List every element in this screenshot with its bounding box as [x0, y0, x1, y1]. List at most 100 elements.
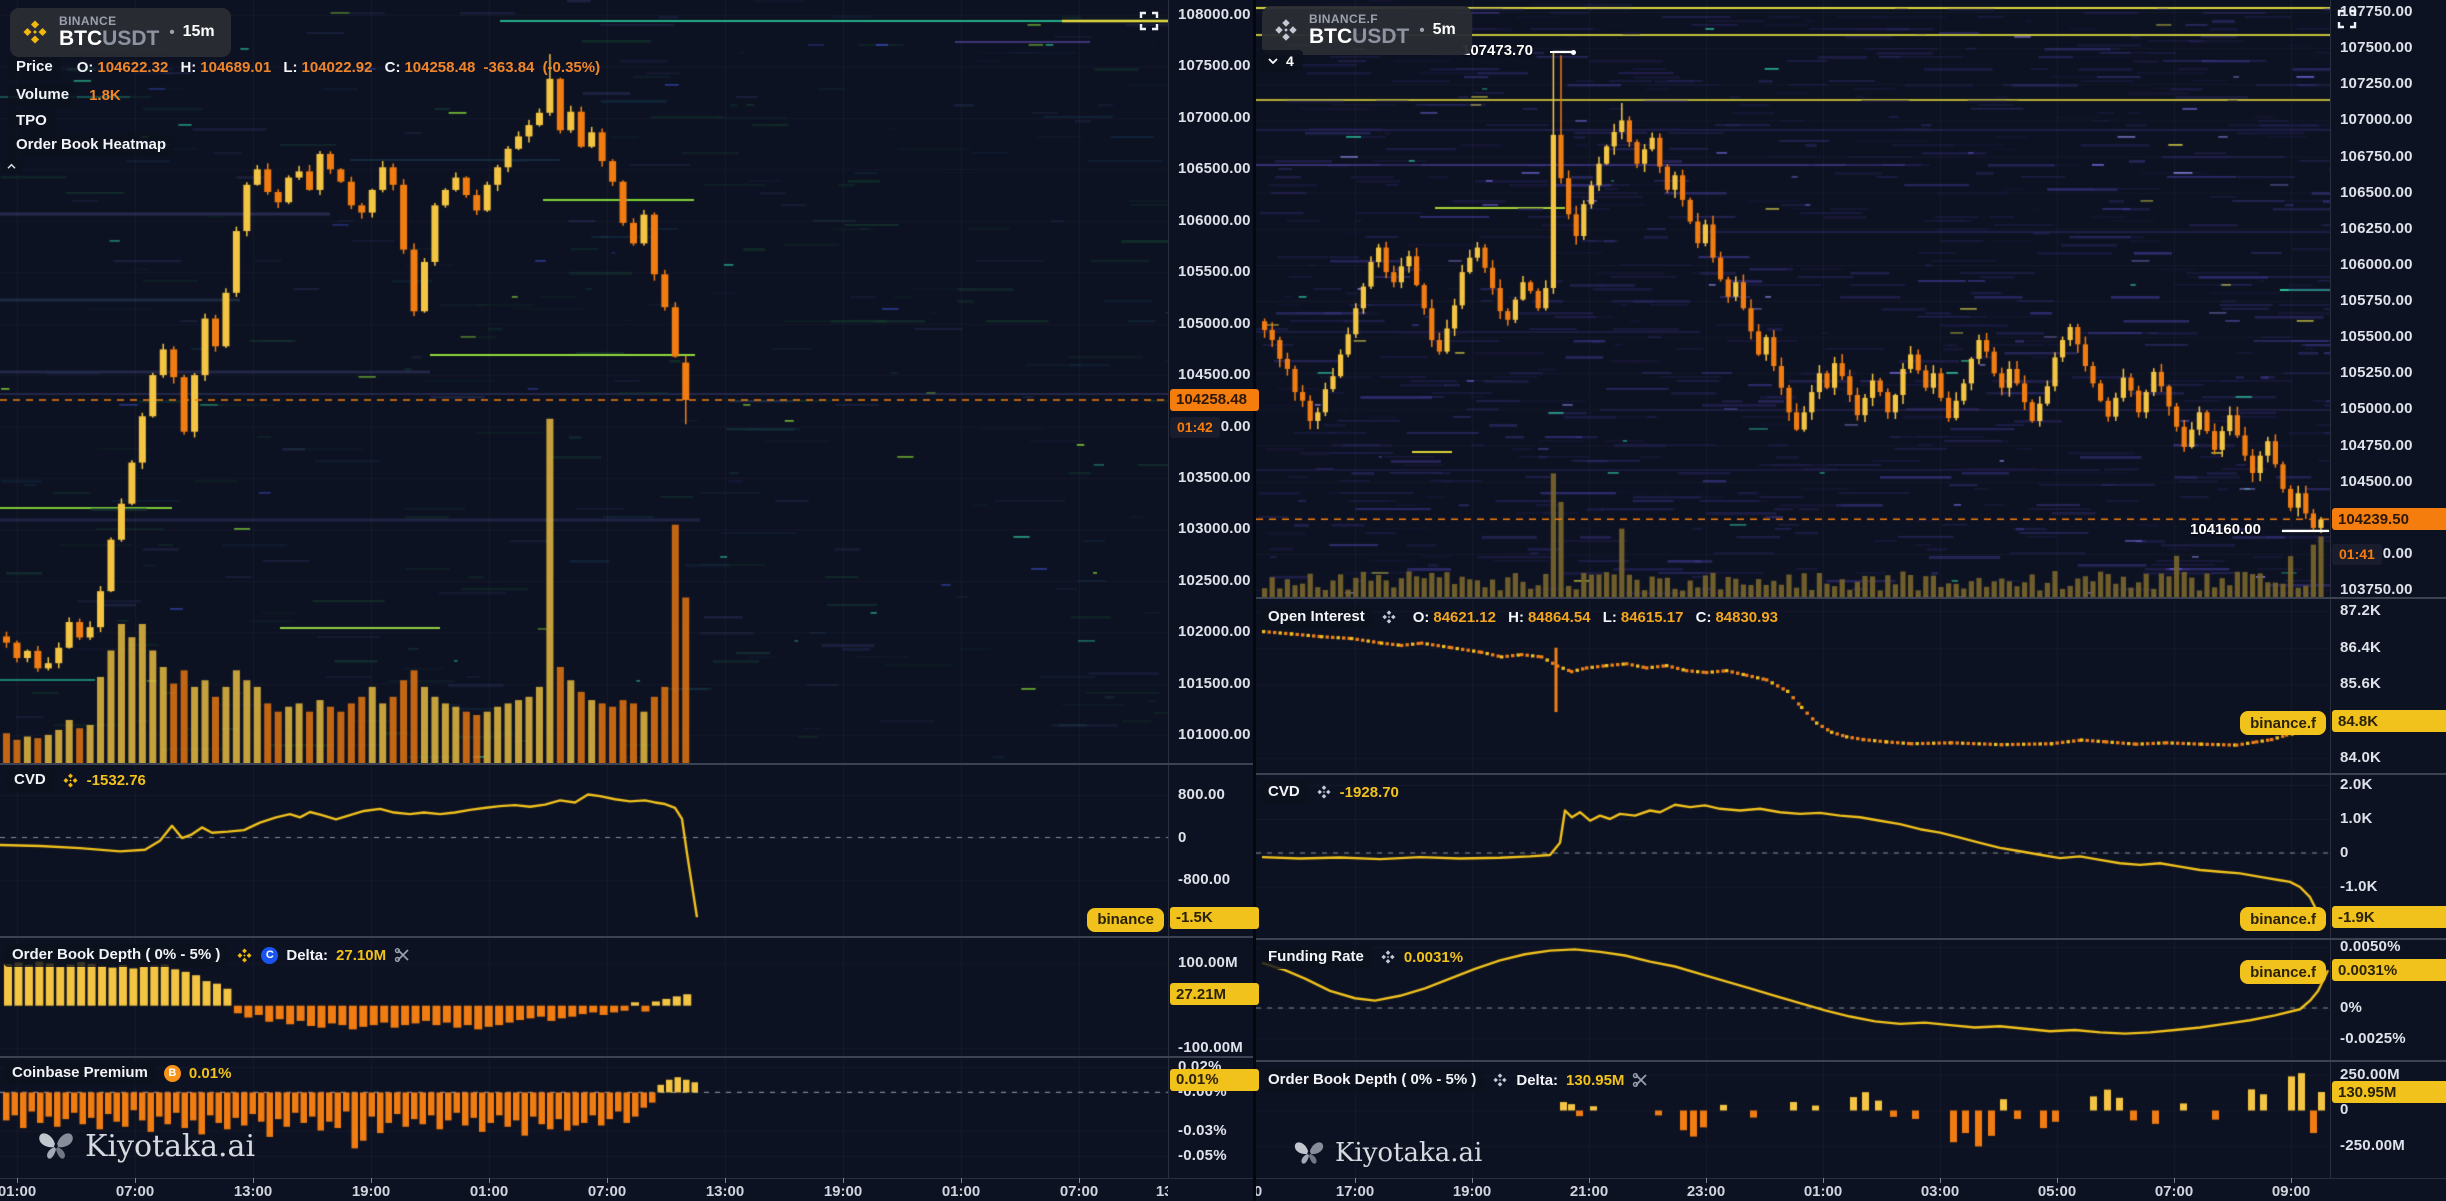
axis-price-label: -1.0K: [2340, 878, 2378, 895]
price-change: -363.84: [484, 59, 535, 76]
axis-price-label: 85.6K: [2340, 675, 2381, 692]
cvd-legend-row-right: CVD -1928.70: [1260, 781, 1399, 804]
pane-separator[interactable]: [0, 763, 1253, 765]
axis-price-label: 0%: [2340, 999, 2362, 1016]
binance-futures-icon: [1381, 609, 1397, 625]
axis-price-label: 107500.00: [2340, 39, 2413, 56]
time-label: 21:00: [1570, 1183, 1608, 1200]
legend-collapse-button[interactable]: [2, 158, 21, 174]
scissors-icon[interactable]: [1632, 1073, 1649, 1088]
open-interest-legend-row: Open Interest O:84621.12 H:84864.54 L:84…: [1260, 606, 1778, 629]
fullscreen-button-right[interactable]: [2336, 8, 2358, 35]
time-axis-right[interactable]: 15:0017:0019:0021:0023:0001:0003:0005:00…: [1256, 1178, 2446, 1201]
funding-rate-indicator-label[interactable]: Funding Rate: [1260, 946, 1372, 969]
funding-rate-value: 0.0031%: [1404, 949, 1463, 966]
pane-separator[interactable]: [0, 936, 1253, 938]
scissors-icon[interactable]: [394, 948, 411, 963]
pane-separator[interactable]: [0, 1056, 1253, 1058]
cvd-indicator-label[interactable]: CVD: [6, 769, 54, 792]
separator-dot: •: [169, 24, 174, 41]
price-axis-badge: 0.0031%: [2332, 959, 2446, 981]
axis-price-label: 104500.00: [1178, 366, 1251, 383]
price-ohlc: O:104622.32 H:104689.01 L:104022.92 C:10…: [69, 59, 600, 76]
axis-price-label: -0.05%: [1178, 1147, 1227, 1164]
binance-futures-logo-icon: [1273, 17, 1299, 43]
time-label: 17:00: [1336, 1183, 1374, 1200]
axis-price-label: 105500.00: [2340, 328, 2413, 345]
left-price-chart-canvas[interactable]: [0, 0, 1168, 763]
coinbase-premium-indicator-label[interactable]: Coinbase Premium: [4, 1062, 156, 1085]
obd-legend-row-right: Order Book Depth ( 0% - 5% ) Delta: 130.…: [1260, 1069, 1649, 1092]
interval-label[interactable]: 15m: [183, 23, 215, 41]
axis-price-label: 106500.00: [2340, 184, 2413, 201]
time-axis-left[interactable]: 01:0007:0013:0019:0001:0007:0013:0019:00…: [0, 1178, 1168, 1201]
axis-price-label: 105250.00: [2340, 364, 2413, 381]
time-label: 01:00: [942, 1183, 980, 1200]
time-label: 23:00: [1687, 1183, 1725, 1200]
open-interest-indicator-label[interactable]: Open Interest: [1260, 606, 1373, 629]
delta-key: Delta:: [286, 947, 328, 964]
right-price-chart-canvas[interactable]: [1256, 0, 2330, 597]
axis-price-label: 105000.00: [2340, 400, 2413, 417]
interval-label[interactable]: 5m: [1433, 21, 1456, 39]
pane-separator[interactable]: [1256, 1060, 2446, 1062]
axis-price-label: 0: [2340, 1101, 2349, 1118]
axis-price-label: 105500.00: [1178, 263, 1251, 280]
axis-price-label: 106000.00: [2340, 256, 2413, 273]
axis-price-label: 2.0K: [2340, 776, 2373, 793]
orderbook-heatmap-indicator-label[interactable]: Order Book Heatmap: [8, 134, 174, 157]
right-cvd-chart-canvas[interactable]: [1256, 775, 2330, 937]
axis-price-label: 107500.00: [1178, 57, 1251, 74]
source-pill: binance: [1087, 908, 1164, 932]
butterfly-logo-icon: [1292, 1138, 1326, 1168]
time-label: 01:00: [470, 1183, 508, 1200]
chevron-up-icon: [6, 163, 17, 170]
time-label: 15:00: [1256, 1183, 1262, 1200]
time-label: 19:00: [352, 1183, 390, 1200]
symbol-header-right[interactable]: BINANCE.F BTCUSDT • 5m: [1262, 6, 1472, 55]
time-label: 19:00: [1453, 1183, 1491, 1200]
axis-price-label: 87.2K: [2340, 602, 2381, 619]
oi-ohlc: O:84621.12 H:84864.54 L:84615.17 C:84830…: [1405, 609, 1778, 626]
layers-dropdown[interactable]: 4: [1258, 50, 1303, 72]
symbol-header-left[interactable]: BINANCE BTCUSDT • 15m: [10, 8, 231, 57]
pane-separator[interactable]: [1256, 597, 2446, 599]
axis-price-label: -800.00: [1178, 871, 1230, 888]
volume-indicator-label[interactable]: Volume: [8, 84, 77, 107]
pane-separator[interactable]: [1256, 773, 2446, 775]
fullscreen-button-left[interactable]: [1138, 10, 1160, 37]
axis-price-label: 104750.00: [2340, 437, 2413, 454]
obd-indicator-label[interactable]: Order Book Depth ( 0% - 5% ): [4, 944, 228, 967]
tpo-indicator-label[interactable]: TPO: [8, 110, 55, 133]
axis-price-label: 84.0K: [2340, 749, 2381, 766]
axis-price-label: 1.0K: [2340, 810, 2373, 827]
axis-price-label: 0: [1178, 829, 1187, 846]
binance-futures-icon: [1380, 949, 1396, 965]
price-axis-badge: 104258.48: [1170, 389, 1259, 411]
delta-value: 130.95M: [1566, 1072, 1624, 1089]
right-axis-divider: [2330, 0, 2331, 1178]
price-legend-row: Price O:104622.32 H:104689.01 L:104022.9…: [8, 56, 600, 79]
left-cvd-chart-canvas[interactable]: [0, 765, 1168, 936]
fullscreen-icon: [1138, 10, 1160, 32]
axis-price-label: 108000.00: [1178, 6, 1251, 23]
time-label: 01:00: [0, 1183, 36, 1200]
watermark-right: Kiyotaka.ai: [1292, 1138, 1482, 1168]
price-axis-badge: -1.9K: [2332, 906, 2446, 928]
axis-price-label: 107250.00: [2340, 75, 2413, 92]
source-pill: binance.f: [2240, 711, 2326, 735]
obd-indicator-label[interactable]: Order Book Depth ( 0% - 5% ): [1260, 1069, 1484, 1092]
panel-divider[interactable]: [1253, 0, 1256, 1201]
watermark-text: Kiyotaka.ai: [85, 1129, 255, 1164]
pane-separator[interactable]: [1256, 938, 2446, 940]
time-label: 07:00: [2155, 1183, 2193, 1200]
time-label: 05:00: [2038, 1183, 2076, 1200]
cvd-indicator-label[interactable]: CVD: [1260, 781, 1308, 804]
cvd-legend-row-left: CVD -1532.76: [6, 769, 146, 792]
time-label: 09:00: [2272, 1183, 2310, 1200]
price-indicator-label[interactable]: Price: [8, 56, 61, 79]
axis-price-label: 106250.00: [2340, 220, 2413, 237]
time-label: 03:00: [1921, 1183, 1959, 1200]
delta-key: Delta:: [1516, 1072, 1558, 1089]
binance-icon: [236, 947, 253, 964]
